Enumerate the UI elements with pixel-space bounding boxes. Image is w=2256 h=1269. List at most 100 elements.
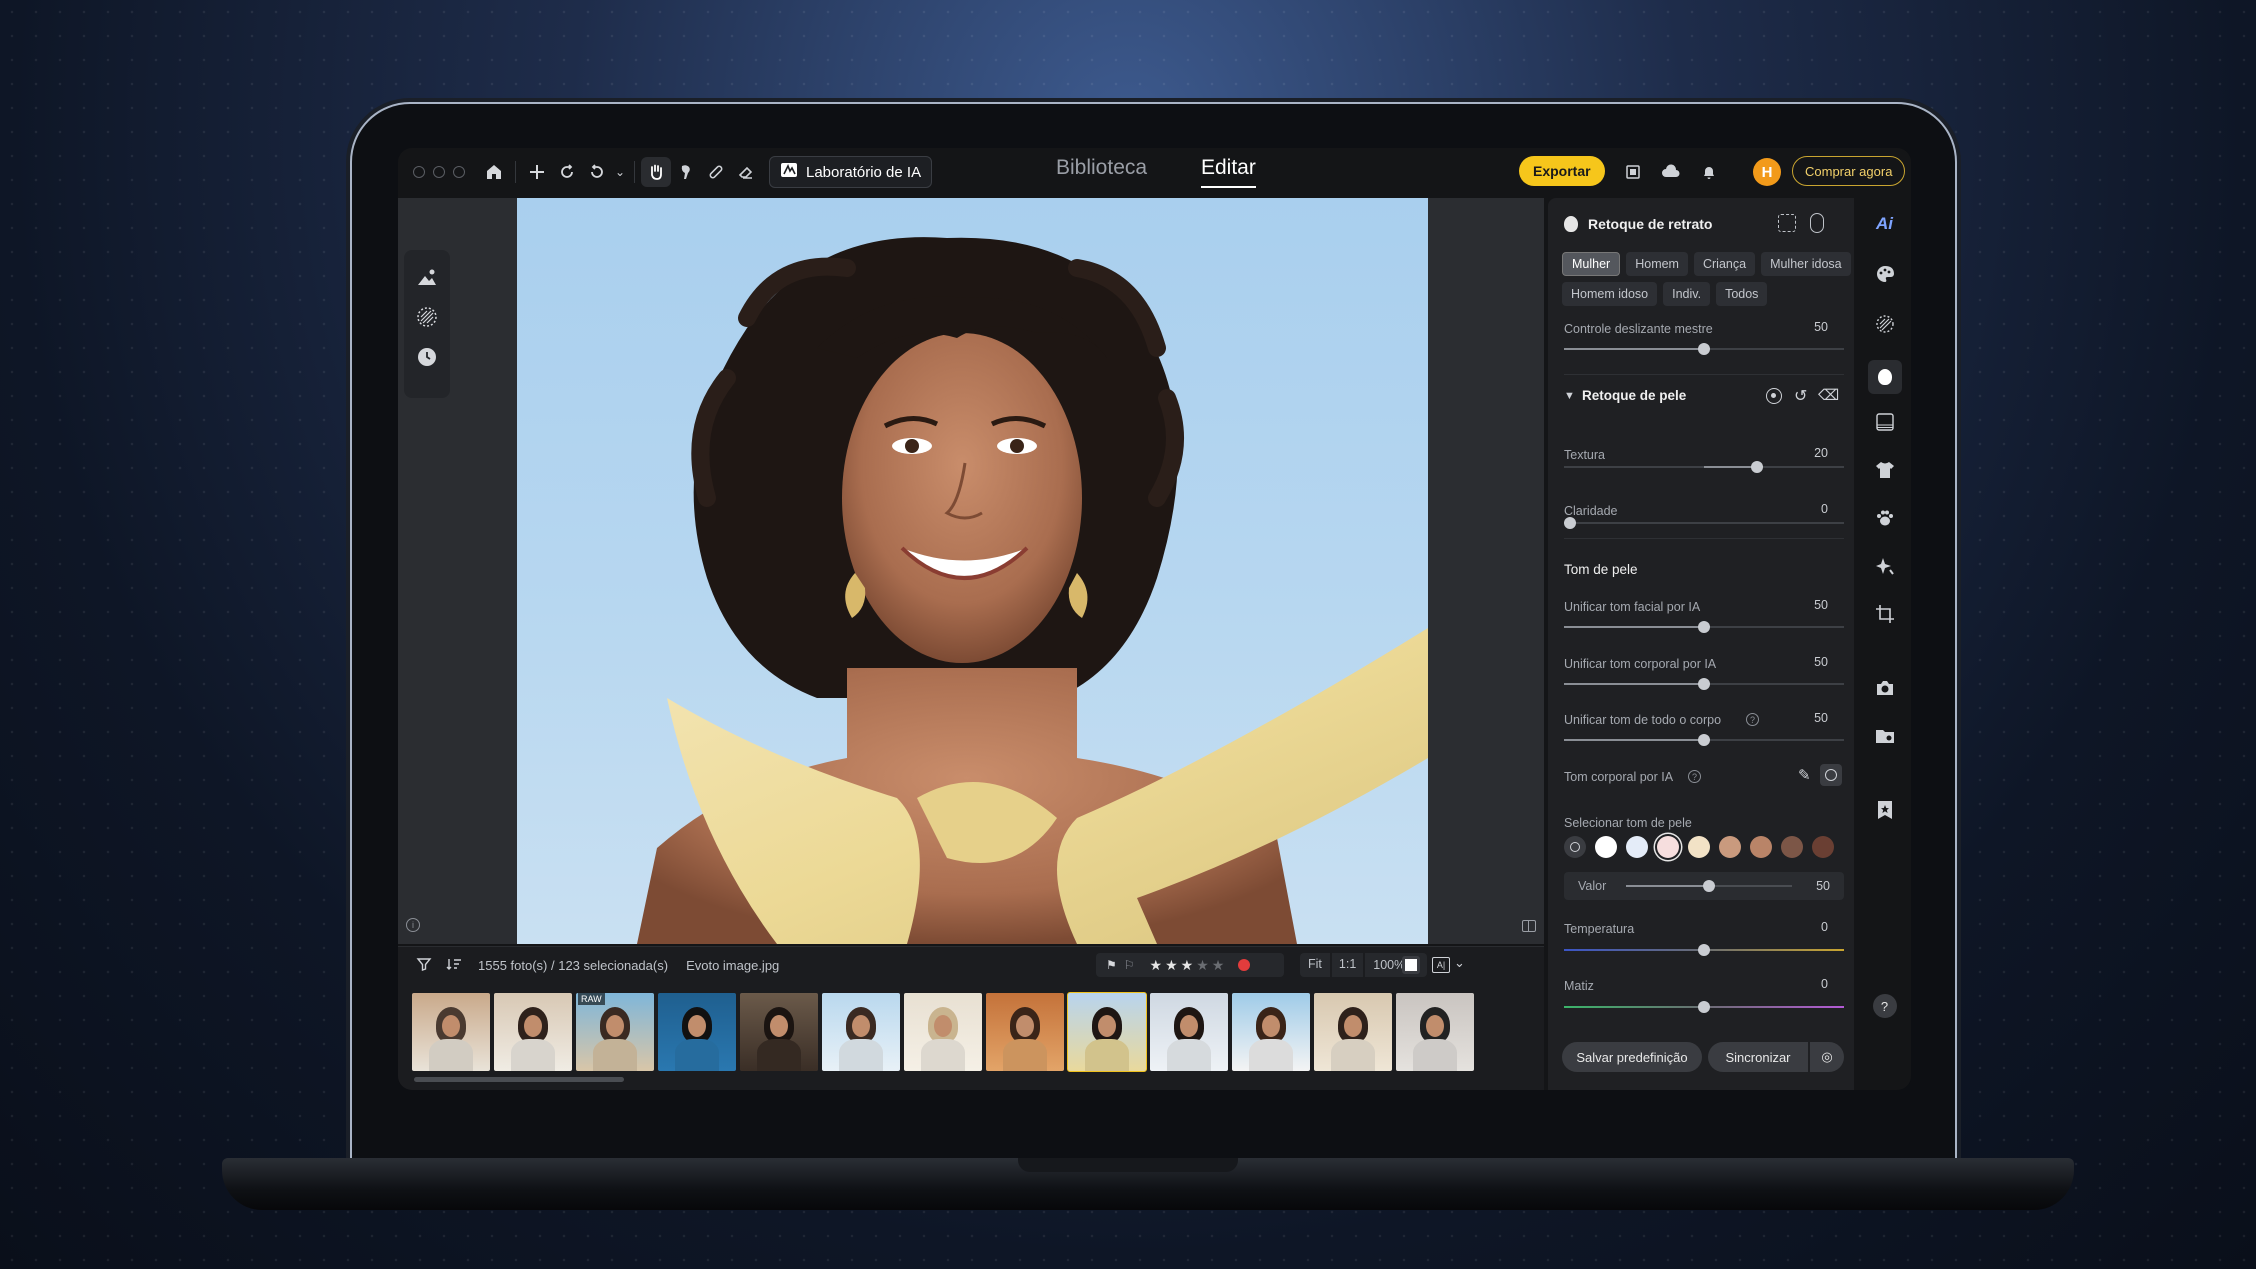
texture-pattern-icon[interactable] (414, 304, 440, 330)
value-slider[interactable] (1626, 880, 1792, 892)
export-button[interactable]: Exportar (1519, 156, 1605, 186)
add-icon[interactable] (522, 157, 552, 187)
tint-slider[interactable] (1564, 1001, 1844, 1013)
bandage-heal-icon[interactable] (701, 157, 731, 187)
thumbnail[interactable] (986, 993, 1064, 1071)
undo-icon[interactable] (582, 157, 612, 187)
texture-module-icon[interactable] (1871, 310, 1899, 338)
reset-icon[interactable]: ↺ (1794, 386, 1807, 406)
filter-icon[interactable] (416, 956, 432, 975)
star-rating[interactable]: ★★★★★ (1150, 957, 1228, 974)
info-icon[interactable]: i (406, 918, 420, 932)
chip-2[interactable]: Criança (1693, 252, 1756, 276)
avatar[interactable]: H (1753, 158, 1781, 186)
skin-tone-swatch[interactable] (1595, 836, 1617, 858)
skin-tone-swatch[interactable] (1688, 836, 1710, 858)
sort-icon[interactable] (446, 956, 462, 975)
filmstrip-scrollbar[interactable] (414, 1077, 624, 1082)
flag-reject-icon[interactable]: ⚐ (1124, 958, 1135, 972)
thumbnail[interactable]: RAW (576, 993, 654, 1071)
pet-paw-icon[interactable] (1871, 504, 1899, 532)
help-icon[interactable]: ? (1872, 994, 1897, 1018)
no-tone-swatch[interactable] (1564, 836, 1586, 858)
chip-5[interactable]: Indiv. (1663, 282, 1711, 306)
enhance-sparkle-icon[interactable] (1871, 552, 1899, 580)
skin-tone-swatch[interactable] (1812, 836, 1834, 858)
thumbnail[interactable] (740, 993, 818, 1071)
clarity-slider[interactable] (1563, 517, 1844, 529)
chip-6[interactable]: Todos (1716, 282, 1768, 306)
fit-button[interactable]: Fit (1300, 953, 1330, 977)
split-view-icon[interactable] (1522, 920, 1536, 932)
skin-tone-swatch[interactable] (1781, 836, 1803, 858)
chip-0[interactable]: Mulher (1562, 252, 1621, 276)
sync-refresh-icon[interactable] (552, 157, 582, 187)
camera-icon[interactable] (1871, 674, 1899, 702)
portrait-photo[interactable] (517, 198, 1428, 944)
texture-slider[interactable] (1564, 461, 1844, 473)
skin-tone-swatch[interactable] (1719, 836, 1741, 858)
collapse-chevron-icon[interactable]: ▼ (1564, 390, 1575, 402)
crop-icon[interactable] (1871, 600, 1899, 628)
sync-button[interactable]: Sincronizar (1708, 1042, 1808, 1072)
view-mode-chevron-icon[interactable]: ⌄ (1454, 955, 1465, 971)
close-window-button[interactable] (413, 166, 425, 178)
single-view-icon[interactable] (1402, 956, 1420, 974)
undo-history-chevron-icon[interactable]: ⌄ (612, 157, 628, 187)
skin-tone-swatch[interactable] (1657, 836, 1679, 858)
compare-view-icon[interactable]: A| (1432, 957, 1450, 973)
zoom-window-button[interactable] (453, 166, 465, 178)
thumbnail[interactable] (412, 993, 490, 1071)
face-detect-icon[interactable] (1778, 214, 1796, 232)
thumbnail[interactable] (1232, 993, 1310, 1071)
thumbnail[interactable] (822, 993, 900, 1071)
background-gradient-icon[interactable] (1871, 408, 1899, 436)
master-slider[interactable] (1564, 343, 1844, 355)
skin-tone-swatch[interactable] (1626, 836, 1648, 858)
adjust-sync-icon[interactable] (1810, 213, 1824, 233)
eraser-edit-icon[interactable]: ⌫ (1818, 386, 1839, 404)
disable-toggle-icon[interactable] (1820, 764, 1842, 786)
one-to-one-button[interactable]: 1:1 (1331, 953, 1364, 977)
thumbnail[interactable] (904, 993, 982, 1071)
compare-panel-icon[interactable] (1618, 157, 1648, 187)
ai-lab-button[interactable]: Laboratório de IA (769, 156, 933, 188)
home-icon[interactable] (479, 157, 509, 187)
bookmark-star-icon[interactable] (1871, 796, 1899, 824)
body-tone-slider[interactable] (1564, 678, 1844, 690)
chip-3[interactable]: Mulher idosa (1761, 252, 1851, 276)
whole-body-tone-slider[interactable] (1564, 734, 1844, 746)
cloud-icon[interactable] (1656, 157, 1686, 187)
portrait-face-icon[interactable] (1867, 360, 1902, 394)
sync-settings-icon[interactable]: ◎ (1810, 1042, 1844, 1072)
red-color-label-icon[interactable] (1238, 959, 1251, 971)
thumbnail[interactable] (494, 993, 572, 1071)
chip-4[interactable]: Homem idoso (1562, 282, 1658, 306)
image-adjust-icon[interactable] (414, 264, 440, 290)
history-clock-icon[interactable] (414, 344, 440, 370)
tab-library[interactable]: Biblioteca (1056, 156, 1147, 180)
thumbnail[interactable] (1067, 992, 1147, 1072)
bell-icon[interactable] (1694, 157, 1724, 187)
folder-settings-icon[interactable] (1871, 722, 1899, 750)
retouch-brush-icon[interactable] (671, 157, 701, 187)
skin-tone-swatch[interactable] (1750, 836, 1772, 858)
face-tone-slider[interactable] (1564, 621, 1844, 633)
eraser-icon[interactable] (731, 157, 761, 187)
buy-now-button[interactable]: Comprar agora (1792, 156, 1906, 186)
hand-tool-icon[interactable] (641, 157, 671, 187)
chip-1[interactable]: Homem (1626, 252, 1688, 276)
flag-pick-icon[interactable]: ⚑ (1106, 958, 1117, 972)
thumbnail[interactable] (1150, 993, 1228, 1071)
eyedropper-icon[interactable]: ✎ (1798, 766, 1811, 784)
thumbnail[interactable] (1314, 993, 1392, 1071)
save-preset-button[interactable]: Salvar predefinição (1562, 1042, 1702, 1072)
whole-body-help-icon[interactable]: ? (1746, 713, 1759, 726)
visibility-eye-icon[interactable] (1766, 388, 1782, 404)
tab-edit[interactable]: Editar (1201, 156, 1256, 188)
ai-module-icon[interactable]: Ai (1871, 210, 1899, 238)
ai-body-help-icon[interactable]: ? (1688, 770, 1701, 783)
thumbnail[interactable] (658, 993, 736, 1071)
palette-icon[interactable] (1871, 260, 1899, 288)
minimize-window-button[interactable] (433, 166, 445, 178)
